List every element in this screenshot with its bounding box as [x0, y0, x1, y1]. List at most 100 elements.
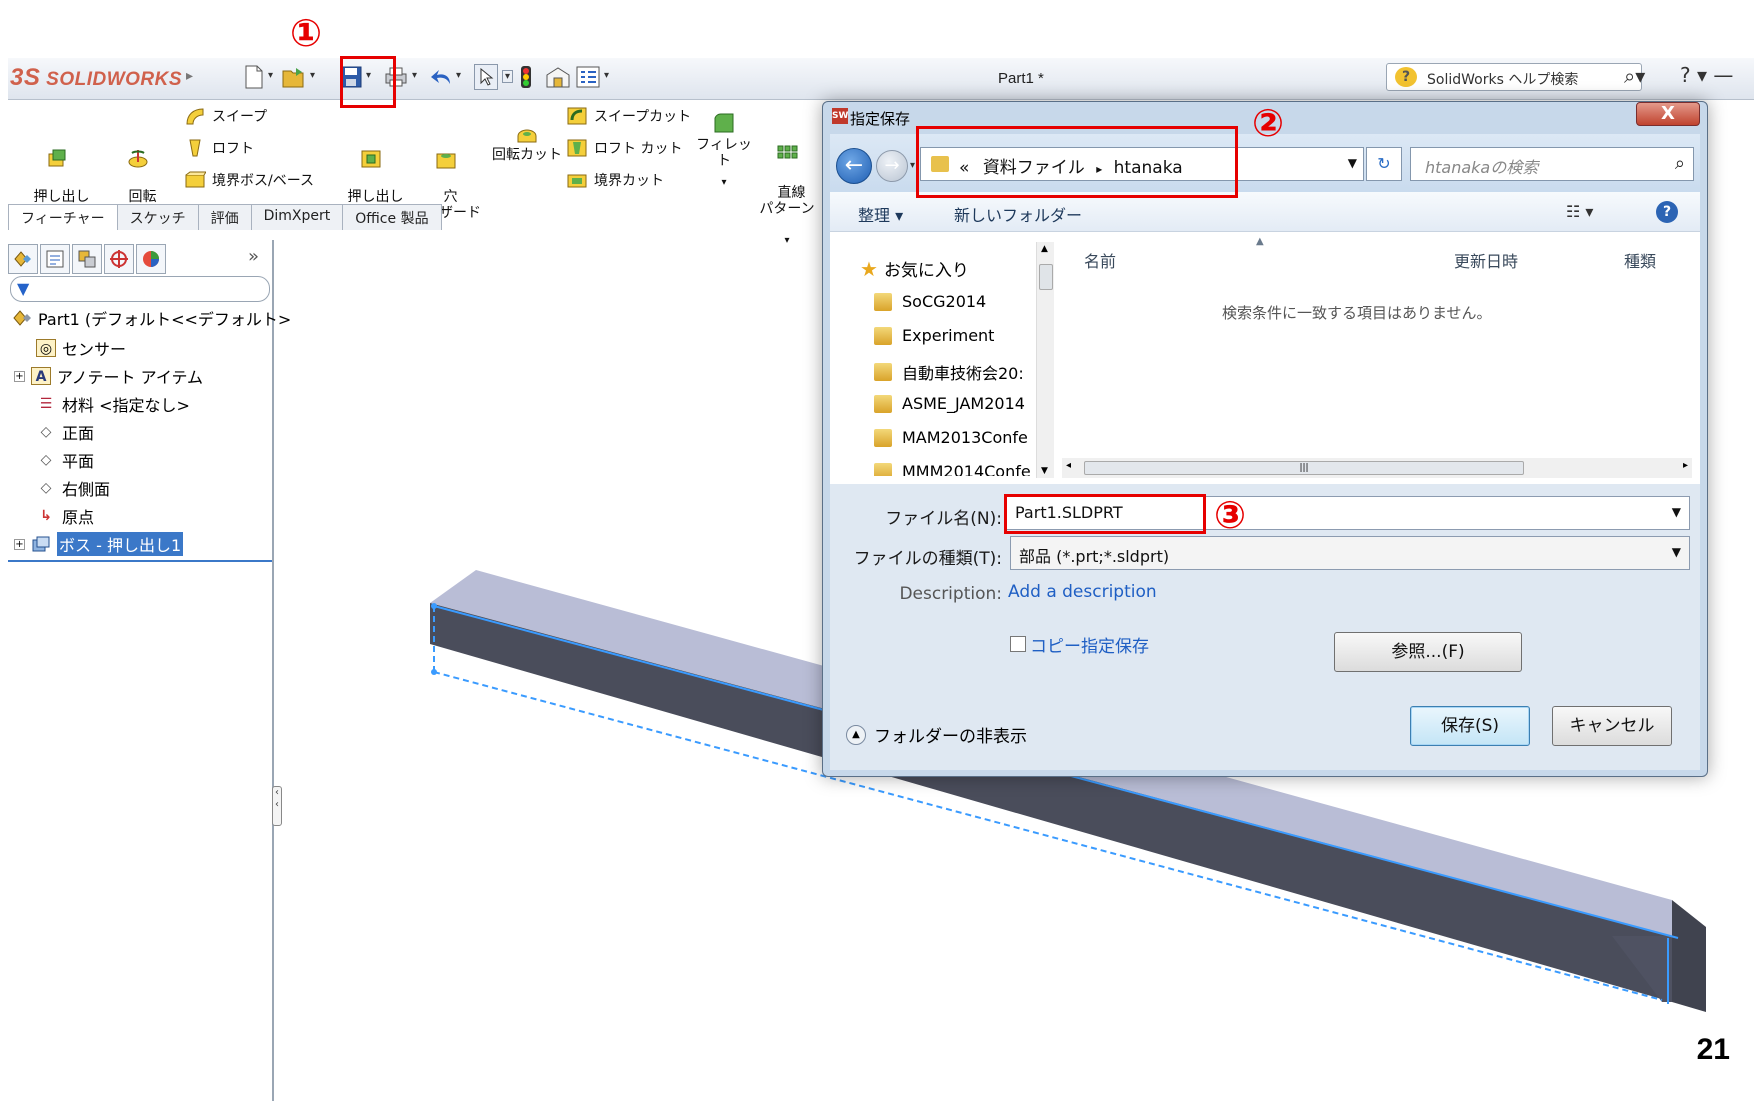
linear-pattern-button[interactable]: 直線 パターン ▾ — [756, 112, 818, 249]
cancel-button[interactable]: キャンセル — [1552, 706, 1672, 746]
tab-dimxpert[interactable]: DimXpert — [250, 204, 344, 230]
nav-folder-item[interactable]: MMM2014Confe — [874, 462, 1031, 476]
tab-sketch[interactable]: スケッチ — [116, 204, 199, 230]
copy-save-checkbox[interactable] — [1010, 636, 1026, 652]
options-dropdown-icon[interactable]: ▾ — [604, 70, 609, 81]
chevron-down-icon[interactable]: ▼ — [1672, 545, 1681, 559]
help-search-placeholder: SolidWorks ヘルプ検索 — [1427, 72, 1579, 88]
forward-button[interactable]: → — [876, 150, 908, 182]
new-document-icon[interactable] — [244, 64, 264, 90]
add-description-link[interactable]: Add a description — [1008, 582, 1157, 602]
file-type-select[interactable]: 部品 (*.prt;*.sldprt) ▼ — [1010, 536, 1690, 570]
more-tabs-icon[interactable]: » — [248, 246, 259, 267]
configuration-manager-icon[interactable] — [72, 244, 102, 274]
boundary-boss-button[interactable]: 境界ボス/ベース — [184, 170, 314, 190]
help-search-input[interactable]: ? SolidWorks ヘルプ検索 — [1386, 63, 1642, 91]
scrollbar-thumb[interactable]: ||| — [1084, 461, 1524, 475]
copy-save-label[interactable]: コピー指定保存 — [1030, 632, 1149, 657]
tree-item-material[interactable]: ☰ 材料 <指定なし> — [36, 392, 190, 416]
back-button[interactable]: ← — [836, 148, 872, 184]
help-question-icon: ? — [1395, 67, 1417, 87]
refresh-icon[interactable]: ↻ — [1366, 147, 1402, 181]
recent-locations-icon[interactable]: ▾ — [910, 160, 915, 171]
fillet-button[interactable]: フィレット ▾ — [696, 112, 752, 191]
rebuild-traffic-light-icon[interactable] — [520, 64, 532, 90]
nav-pane-scrollbar[interactable]: ▲ ▼ — [1036, 242, 1054, 478]
help-icon[interactable]: ? — [1656, 201, 1678, 223]
favorites-label: お気に入り — [883, 261, 969, 281]
sweep-button[interactable]: スイープ — [184, 106, 267, 126]
folder-search-placeholder: htanakaの検索 — [1425, 158, 1539, 177]
revolve-cut-button[interactable]: 回転カット — [492, 122, 562, 163]
plane-icon: ◇ — [40, 480, 52, 496]
options-list-icon[interactable] — [576, 64, 600, 90]
scroll-down-icon[interactable]: ▼ — [1041, 466, 1048, 476]
loft-button[interactable]: ロフト — [184, 138, 254, 158]
open-folder-icon[interactable] — [282, 64, 308, 90]
hide-folders-toggle[interactable]: ▲ フォルダーの非表示 — [846, 722, 1027, 747]
folder-icon — [874, 428, 892, 447]
open-dropdown-icon[interactable]: ▾ — [310, 70, 315, 81]
tab-features[interactable]: フィーチャー — [8, 204, 118, 230]
sweep-cut-button[interactable]: スイープカット — [566, 106, 691, 126]
favorites-node[interactable]: ★ お気に入り — [860, 256, 969, 282]
panel-splitter-handle[interactable]: ‹ ‹ — [272, 786, 282, 826]
new-folder-button[interactable]: 新しいフォルダー — [954, 202, 1082, 226]
tree-item-front-plane[interactable]: ◇ 正面 — [36, 420, 94, 444]
undo-dropdown-icon[interactable]: ▾ — [456, 70, 461, 81]
column-header-name[interactable]: 名前 — [1084, 248, 1116, 272]
nav-folder-item[interactable]: 自動車技術会20: — [874, 360, 1024, 384]
loft-cut-label: ロフト カット — [594, 141, 683, 157]
tree-item-top-plane[interactable]: ◇ 平面 — [36, 448, 94, 472]
boundary-cut-button[interactable]: 境界カット — [566, 170, 664, 190]
scroll-up-icon[interactable]: ▲ — [1041, 244, 1048, 254]
search-icon[interactable]: ⌕▾ — [1624, 64, 1645, 88]
close-button[interactable]: X — [1636, 102, 1700, 126]
chevron-down-icon[interactable]: ▼ — [1672, 505, 1681, 519]
scroll-right-icon[interactable]: ▸ — [1683, 460, 1688, 471]
nav-folder-item[interactable]: SoCG2014 — [874, 292, 986, 311]
select-dropdown-icon[interactable]: ▾ — [502, 70, 514, 83]
file-properties-icon[interactable] — [546, 64, 570, 90]
browse-button[interactable]: 参照...(F) — [1334, 632, 1522, 672]
tree-item-material-label: 材料 <指定なし> — [62, 396, 190, 415]
loft-cut-button[interactable]: ロフト カット — [566, 138, 682, 158]
tree-filter-input[interactable]: ▼ — [10, 276, 270, 302]
chevron-down-icon[interactable]: ▼ — [1348, 156, 1357, 170]
file-list-scrollbar[interactable]: ◂ ||| ▸ — [1062, 458, 1692, 478]
nav-folder-label: 自動車技術会20: — [902, 364, 1024, 383]
tree-item-annotations[interactable]: + A アノテート アイテム — [14, 364, 203, 388]
nav-folder-item[interactable]: MAM2013Confe — [874, 428, 1028, 447]
view-options-icon[interactable]: ☷ ▾ — [1566, 202, 1593, 221]
scroll-left-icon[interactable]: ◂ — [1066, 460, 1071, 471]
tree-item-sensors[interactable]: ◎ センサー — [36, 336, 126, 360]
column-header-date[interactable]: 更新日時 — [1454, 248, 1518, 272]
folder-search-input[interactable]: htanakaの検索 ⌕ — [1410, 147, 1694, 181]
select-arrow-icon[interactable] — [474, 64, 498, 90]
tree-item-right-plane[interactable]: ◇ 右側面 — [36, 476, 110, 500]
dialog-title: 指定保存 — [850, 110, 911, 128]
scrollbar-thumb[interactable] — [1039, 264, 1053, 290]
organize-button[interactable]: 整理 ▾ — [858, 202, 903, 226]
display-manager-icon[interactable] — [136, 244, 166, 274]
tree-item-part[interactable]: Part1 (デフォルト<<デフォルト> — [12, 306, 291, 330]
tab-office-products[interactable]: Office 製品 — [342, 204, 442, 230]
column-header-type[interactable]: 種類 — [1624, 248, 1656, 272]
property-manager-icon[interactable] — [40, 244, 70, 274]
save-button[interactable]: 保存(S) — [1410, 706, 1530, 746]
tree-item-boss-extrude[interactable]: + ボス - 押し出し1 — [14, 532, 184, 556]
nav-folder-item[interactable]: ASME_JAM2014 — [874, 394, 1025, 413]
expand-menu-icon[interactable]: ▸ — [186, 68, 193, 84]
tree-item-origin[interactable]: ↳ 原点 — [36, 504, 94, 528]
new-dropdown-icon[interactable]: ▾ — [268, 70, 273, 81]
print-dropdown-icon[interactable]: ▾ — [412, 70, 417, 81]
feature-tree-icon[interactable] — [8, 244, 38, 274]
help-menu-icon[interactable]: ? ▾ — — [1680, 63, 1733, 87]
nav-folder-item[interactable]: Experiment — [874, 326, 994, 345]
dimxpert-manager-icon[interactable] — [104, 244, 134, 274]
undo-icon[interactable] — [430, 64, 454, 90]
tab-evaluate[interactable]: 評価 — [197, 204, 252, 230]
expand-icon[interactable]: + — [14, 370, 25, 382]
expand-icon[interactable]: + — [14, 538, 25, 550]
fillet-dropdown-icon[interactable]: ▾ — [696, 175, 752, 191]
